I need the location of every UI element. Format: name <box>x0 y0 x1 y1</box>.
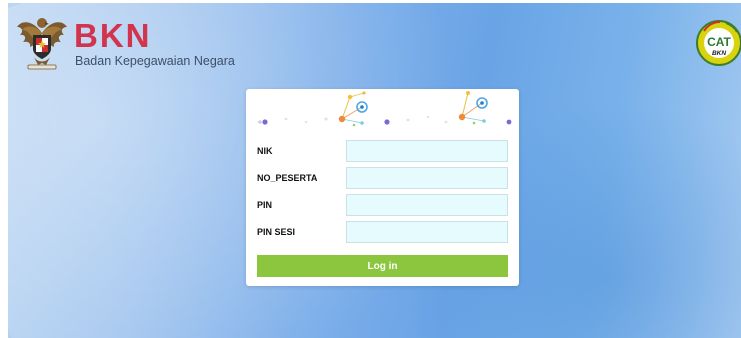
login-button[interactable]: Log in <box>257 255 508 277</box>
nik-input[interactable] <box>346 140 508 162</box>
pin-row: PIN <box>256 194 512 218</box>
network-banner-graphic <box>258 91 512 127</box>
pin-label: PIN <box>257 200 273 210</box>
login-panel: NIK NO_PESERTA PIN PIN SESI Log in <box>246 89 519 286</box>
nik-label: NIK <box>257 146 273 156</box>
cat-bkn-badge-icon: CAT BKN <box>696 20 741 66</box>
no-peserta-row: NO_PESERTA <box>256 167 512 191</box>
cat-badge-sublabel: BKN <box>712 50 726 57</box>
brand-subtitle: Badan Kepegawaian Negara <box>75 54 235 68</box>
no-peserta-label: NO_PESERTA <box>257 173 318 183</box>
pin-input[interactable] <box>346 194 508 216</box>
nik-row: NIK <box>256 140 512 164</box>
brand-name: BKN <box>74 17 152 54</box>
garuda-emblem-icon <box>17 18 67 70</box>
login-background: BKN Badan Kepegawaian Negara CAT BKN NIK… <box>8 3 741 338</box>
no-peserta-input[interactable] <box>346 167 508 189</box>
pin-sesi-row: PIN SESI <box>256 221 512 245</box>
pin-sesi-input[interactable] <box>346 221 508 243</box>
pin-sesi-label: PIN SESI <box>257 227 296 237</box>
cat-badge-label: CAT <box>707 35 731 49</box>
